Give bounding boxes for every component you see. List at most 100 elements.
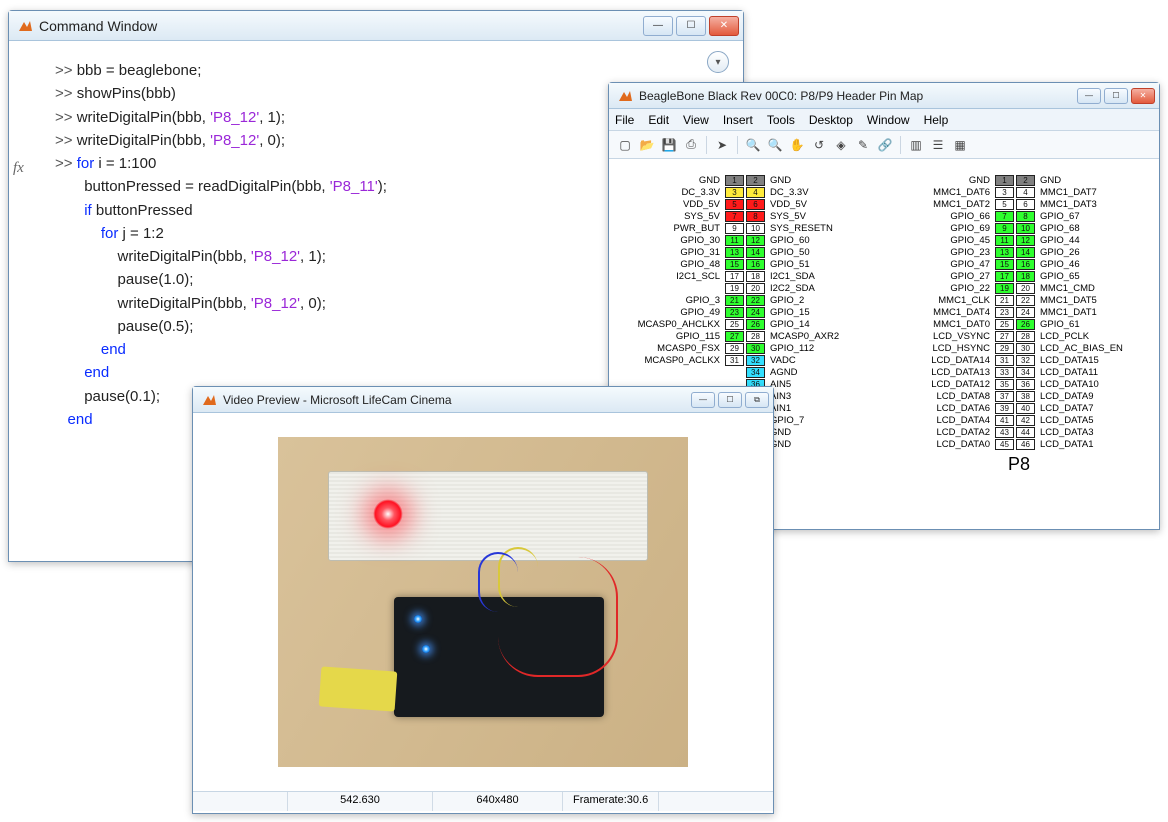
pin-label: GPIO_45 (901, 235, 993, 246)
open-icon[interactable]: 📂 (637, 135, 657, 155)
pin-cell: 11 (995, 235, 1014, 246)
pin-cell: 3 (725, 187, 744, 198)
pin-label: GPIO_30 (631, 235, 723, 246)
axes-icon[interactable]: ▦ (950, 135, 970, 155)
pin-cell: 14 (746, 247, 765, 258)
pointer-icon[interactable]: ➤ (712, 135, 732, 155)
status-resolution: 640x480 (433, 792, 563, 811)
pin-label: MMC1_DAT1 (1037, 307, 1137, 318)
status-framerate: Framerate:30.6 (563, 792, 659, 811)
pin-cell: 20 (1016, 283, 1035, 294)
menu-desktop[interactable]: Desktop (809, 113, 853, 127)
menu-view[interactable]: View (683, 113, 709, 127)
save-icon[interactable]: 💾 (659, 135, 679, 155)
command-window-title: Command Window (39, 18, 640, 34)
pin-label: GPIO_112 (767, 343, 867, 354)
pin-label: LCD_HSYNC (901, 343, 993, 354)
pin-cell: 16 (746, 259, 765, 270)
pin-label (631, 283, 723, 294)
pin-label: LCD_DATA7 (1037, 403, 1137, 414)
pin-cell: 11 (725, 235, 744, 246)
pin-label: GPIO_61 (1037, 319, 1137, 330)
pinmap-titlebar[interactable]: BeagleBone Black Rev 00C0: P8/P9 Header … (609, 83, 1159, 109)
pin-cell: 36 (1016, 379, 1035, 390)
pin-cell: 35 (995, 379, 1014, 390)
menu-insert[interactable]: Insert (723, 113, 753, 127)
maximize-button[interactable]: ☐ (718, 392, 742, 408)
pin-cell: 5 (995, 199, 1014, 210)
pin-cell: 16 (1016, 259, 1035, 270)
minimize-button[interactable]: — (691, 392, 715, 408)
pin-label: MMC1_DAT0 (901, 319, 993, 330)
video-preview-window: Video Preview - Microsoft LifeCam Cinema… (192, 386, 774, 814)
pin-cell: 4 (746, 187, 765, 198)
pan-icon[interactable]: ✋ (787, 135, 807, 155)
maximize-button[interactable]: ☐ (676, 16, 706, 36)
menu-edit[interactable]: Edit (648, 113, 669, 127)
pin-label: LCD_DATA15 (1037, 355, 1137, 366)
menu-help[interactable]: Help (924, 113, 949, 127)
pin-label: GPIO_14 (767, 319, 867, 330)
colorbar-icon[interactable]: ▥ (906, 135, 926, 155)
pin-cell: 12 (1016, 235, 1035, 246)
pin-label: GPIO_3 (631, 295, 723, 306)
pin-label: MMC1_DAT3 (1037, 199, 1137, 210)
pin-label: GPIO_23 (901, 247, 993, 258)
pin-label: GPIO_2 (767, 295, 867, 306)
pin-cell: 25 (995, 319, 1014, 330)
zoom-out-icon[interactable]: 🔍 (765, 135, 785, 155)
pin-label: VADC (767, 355, 867, 366)
pin-label: MCASP0_FSX (631, 343, 723, 354)
pin-label: GND (767, 439, 867, 450)
menu-file[interactable]: File (615, 113, 634, 127)
close-button[interactable]: ⧉ (745, 392, 769, 408)
legend-icon[interactable]: ☰ (928, 135, 948, 155)
pin-cell: 28 (746, 331, 765, 342)
pin-label: MMC1_DAT2 (901, 199, 993, 210)
pin-label: MMC1_CMD (1037, 283, 1137, 294)
rotate-icon[interactable]: ↺ (809, 135, 829, 155)
command-window-titlebar[interactable]: Command Window — ☐ ✕ (9, 11, 743, 41)
pin-cell: 32 (746, 355, 765, 366)
pin-label: MMC1_DAT7 (1037, 187, 1137, 198)
minimize-button[interactable]: — (643, 16, 673, 36)
pin-cell: 17 (725, 271, 744, 282)
pin-cell: 33 (995, 367, 1014, 378)
pin-cell: 26 (1016, 319, 1035, 330)
led-lit (373, 499, 403, 529)
video-titlebar[interactable]: Video Preview - Microsoft LifeCam Cinema… (193, 387, 773, 413)
menubar: File Edit View Insert Tools Desktop Window Help (609, 109, 1159, 131)
menu-window[interactable]: Window (867, 113, 910, 127)
pin-cell: 18 (1016, 271, 1035, 282)
close-button[interactable]: ✕ (1131, 88, 1155, 104)
pin-label: LCD_DATA14 (901, 355, 993, 366)
pin-label: LCD_DATA11 (1037, 367, 1137, 378)
pin-label: MMC1_DAT4 (901, 307, 993, 318)
pin-label: LCD_DATA2 (901, 427, 993, 438)
pin-label: GPIO_47 (901, 259, 993, 270)
maximize-button[interactable]: ☐ (1104, 88, 1128, 104)
pin-cell: 28 (1016, 331, 1035, 342)
close-button[interactable]: ✕ (709, 16, 739, 36)
datatip-icon[interactable]: ◈ (831, 135, 851, 155)
zoom-in-icon[interactable]: 🔍 (743, 135, 763, 155)
pin-label: LCD_DATA3 (1037, 427, 1137, 438)
pin-label: VDD_5V (631, 199, 723, 210)
matlab-icon (17, 18, 33, 34)
menu-tools[interactable]: Tools (767, 113, 795, 127)
video-title: Video Preview - Microsoft LifeCam Cinema (223, 393, 688, 407)
matlab-figure-icon (201, 392, 217, 408)
link-icon[interactable]: 🔗 (875, 135, 895, 155)
print-icon[interactable]: ⎙ (681, 135, 701, 155)
pin-cell: 27 (995, 331, 1014, 342)
pin-cell: 27 (725, 331, 744, 342)
pin-label: LCD_DATA12 (901, 379, 993, 390)
new-file-icon[interactable]: ▢ (615, 135, 635, 155)
brush-icon[interactable]: ✎ (853, 135, 873, 155)
pin-cell: 31 (995, 355, 1014, 366)
minimize-button[interactable]: — (1077, 88, 1101, 104)
pin-label: AIN1 (767, 403, 867, 414)
pin-label: LCD_DATA1 (1037, 439, 1137, 450)
pin-cell: 13 (725, 247, 744, 258)
pin-label: LCD_DATA10 (1037, 379, 1137, 390)
